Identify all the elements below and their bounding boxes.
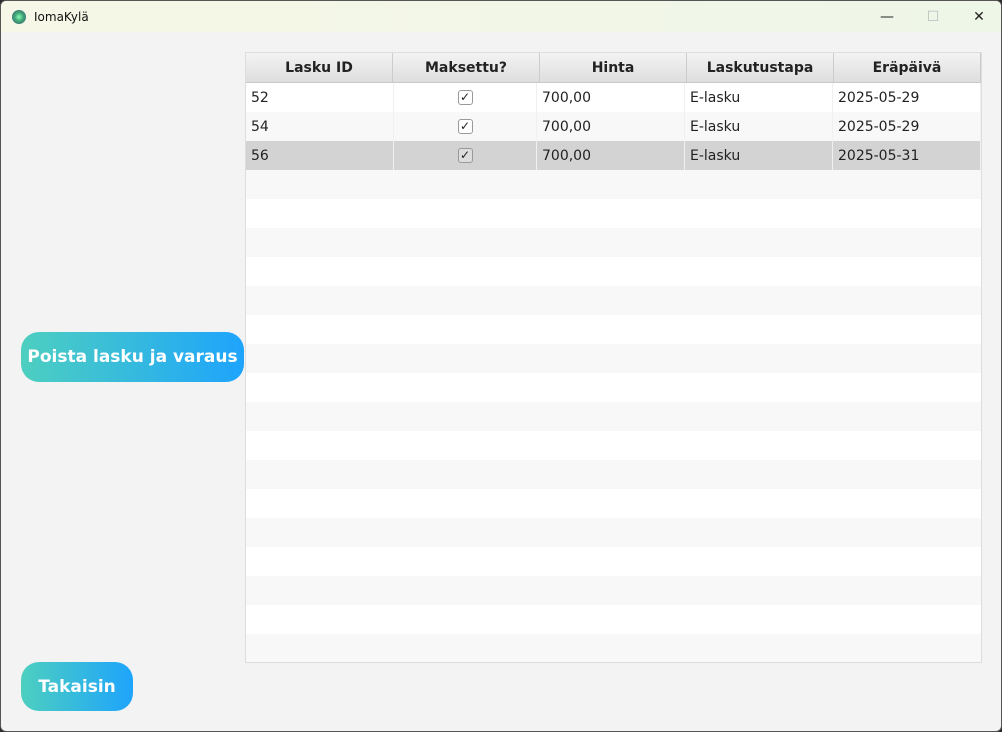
empty-row bbox=[246, 547, 981, 576]
maximize-button[interactable]: ☐ bbox=[910, 1, 956, 32]
empty-row bbox=[246, 489, 981, 518]
table-row[interactable]: 56 ✓ 700,00 E-lasku 2025-05-31 bbox=[246, 141, 981, 170]
empty-row bbox=[246, 431, 981, 460]
cell-due: 2025-05-31 bbox=[833, 141, 981, 170]
title-bar: IomaKylä — ☐ ✕ bbox=[1, 1, 1001, 32]
close-button[interactable]: ✕ bbox=[956, 1, 1001, 32]
cell-due: 2025-05-29 bbox=[833, 112, 981, 141]
app-window: IomaKylä — ☐ ✕ Lasku ID Maksettu? Hinta … bbox=[0, 0, 1002, 732]
cell-maksettu: ✓ bbox=[394, 141, 537, 170]
empty-row bbox=[246, 460, 981, 489]
cell-maksettu: ✓ bbox=[394, 112, 537, 141]
cell-id: 56 bbox=[246, 141, 394, 170]
invoice-table[interactable]: Lasku ID Maksettu? Hinta Laskutustapa Er… bbox=[245, 52, 982, 663]
column-header-laskutustapa[interactable]: Laskutustapa bbox=[687, 53, 834, 82]
cell-id: 54 bbox=[246, 112, 394, 141]
column-header-hinta[interactable]: Hinta bbox=[540, 53, 687, 82]
paid-checkbox[interactable]: ✓ bbox=[457, 90, 473, 105]
window-title: IomaKylä bbox=[34, 9, 89, 24]
column-header-lasku-id[interactable]: Lasku ID bbox=[246, 53, 393, 82]
table-row[interactable]: 54 ✓ 700,00 E-lasku 2025-05-29 bbox=[246, 112, 981, 141]
empty-row bbox=[246, 286, 981, 315]
empty-row bbox=[246, 315, 981, 344]
empty-row bbox=[246, 402, 981, 431]
cell-price: 700,00 bbox=[537, 83, 685, 112]
empty-row bbox=[246, 518, 981, 547]
app-globe-icon bbox=[12, 9, 26, 24]
cell-method: E-lasku bbox=[685, 112, 833, 141]
column-header-maksettu[interactable]: Maksettu? bbox=[393, 53, 540, 82]
delete-invoice-and-booking-button[interactable]: Poista lasku ja varaus bbox=[21, 332, 244, 382]
back-button[interactable]: Takaisin bbox=[21, 662, 133, 711]
column-header-erapaiva[interactable]: Eräpäivä bbox=[834, 53, 981, 82]
cell-method: E-lasku bbox=[685, 83, 833, 112]
table-body: 52 ✓ 700,00 E-lasku 2025-05-29 54 ✓ 700,00 E-las… bbox=[246, 83, 981, 662]
empty-row bbox=[246, 228, 981, 257]
cell-maksettu: ✓ bbox=[394, 83, 537, 112]
table-row[interactable]: 52 ✓ 700,00 E-lasku 2025-05-29 bbox=[246, 83, 981, 112]
empty-row bbox=[246, 344, 981, 373]
table-header: Lasku ID Maksettu? Hinta Laskutustapa Er… bbox=[246, 53, 981, 83]
paid-checkbox[interactable]: ✓ bbox=[457, 148, 473, 163]
minimize-button[interactable]: — bbox=[864, 1, 910, 32]
cell-id: 52 bbox=[246, 83, 394, 112]
cell-method: E-lasku bbox=[685, 141, 833, 170]
empty-row bbox=[246, 170, 981, 199]
empty-row bbox=[246, 257, 981, 286]
empty-row bbox=[246, 199, 981, 228]
cell-price: 700,00 bbox=[537, 112, 685, 141]
empty-row bbox=[246, 576, 981, 605]
empty-row bbox=[246, 634, 981, 662]
empty-row bbox=[246, 373, 981, 402]
paid-checkbox[interactable]: ✓ bbox=[457, 119, 473, 134]
cell-due: 2025-05-29 bbox=[833, 83, 981, 112]
cell-price: 700,00 bbox=[537, 141, 685, 170]
empty-row bbox=[246, 605, 981, 634]
